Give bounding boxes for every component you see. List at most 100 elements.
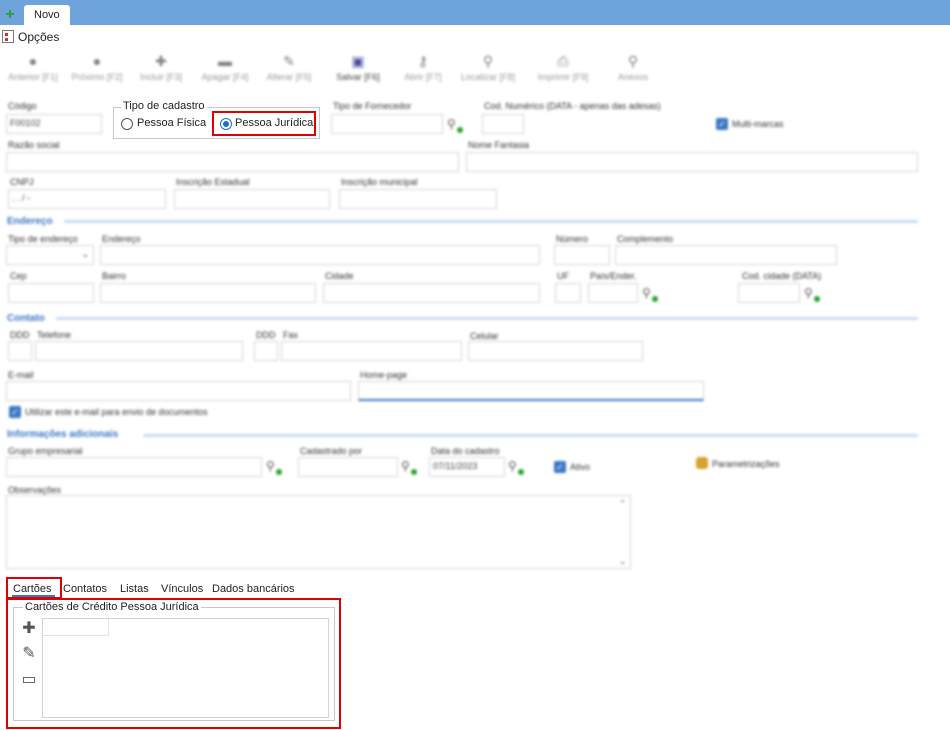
pessoa-fisica-radio[interactable]: [121, 118, 133, 130]
cnpj-input[interactable]: . . / -: [8, 189, 166, 209]
cod-cidade-input[interactable]: [738, 283, 800, 303]
tipo-fornecedor-label: Tipo de Fornecedor: [333, 101, 412, 111]
toolbar-button-label: Imprimir [F9]: [537, 72, 589, 82]
print-icon: ⎙: [557, 53, 569, 69]
circle-left-icon: ●: [28, 53, 38, 69]
tipo-cadastro-label: Tipo de cadastro: [121, 100, 207, 112]
add-tab-icon[interactable]: +: [3, 7, 17, 23]
toolbar-button-4[interactable]: ✎ Alterar [F5]: [256, 52, 322, 82]
cod-numerico-label: Cod. Numérico (DATA - apenas das adesas): [484, 101, 661, 111]
search-icon: ⚲: [482, 53, 494, 69]
toolbar-button-1[interactable]: ● Próximo [F2]: [64, 52, 130, 82]
toolbar-button-7[interactable]: ⚲ Localizar [F8]: [455, 52, 521, 82]
toolbar-button-9[interactable]: ⚲ Anexos: [600, 52, 666, 82]
ddd-input[interactable]: [8, 341, 32, 361]
fax-input[interactable]: [281, 341, 462, 361]
multi-marcas-checkbox[interactable]: ✓: [716, 118, 728, 130]
observacoes-label: Observações: [8, 485, 62, 495]
celular-input[interactable]: [468, 341, 643, 361]
scroll-down-icon[interactable]: ⌄: [619, 557, 626, 566]
toolbar-button-label: Salvar [F6]: [336, 72, 380, 82]
complemento-input[interactable]: [615, 245, 837, 265]
toolbar-button-0[interactable]: ● Anterior [F1]: [0, 52, 66, 82]
tipo-fornecedor-input[interactable]: [331, 114, 443, 134]
toolbar-button-label: Alterar [F5]: [266, 72, 312, 82]
tab-2[interactable]: Listas: [120, 583, 149, 595]
pessoa-fisica-label[interactable]: Pessoa Física: [137, 117, 206, 129]
pais-input[interactable]: [588, 283, 638, 303]
cidade-input[interactable]: [323, 283, 540, 303]
search-icon[interactable]: ⚲: [642, 286, 658, 302]
razao-social-label: Razão social: [8, 140, 60, 150]
chevron-down-icon: ⌄: [81, 249, 89, 259]
ativo-checkbox[interactable]: ✓: [554, 461, 566, 473]
ddd-label: DDD: [10, 330, 30, 340]
toolbar-button-3[interactable]: ▬ Apagar [F4]: [192, 52, 258, 82]
toolbar: ● Anterior [F1] ● Próximo [F2] ✚ Incluir [F3]…: [0, 52, 680, 92]
toolbar-button-label: Incluir [F3]: [139, 72, 182, 82]
observacoes-textarea[interactable]: ⌃ ⌄: [6, 495, 631, 569]
section-divider: [143, 434, 918, 437]
usar-email-label: Utilizar este e-mail para envio de docum…: [25, 407, 208, 417]
tipo-endereco-select[interactable]: ⌄: [6, 245, 94, 265]
tab-novo[interactable]: Novo: [24, 5, 70, 25]
tab-1[interactable]: Contatos: [63, 583, 107, 595]
data-cadastro-label: Data do cadastro: [431, 446, 500, 456]
numero-input[interactable]: [554, 245, 610, 265]
highlight-box: [212, 111, 316, 136]
toolbar-button-6[interactable]: ⚷ Abrir [F7]: [390, 52, 456, 82]
ativo-label: Ativo: [570, 462, 591, 472]
bairro-label: Bairro: [102, 271, 127, 281]
homepage-input[interactable]: [358, 381, 704, 401]
ddd-fax-input[interactable]: [254, 341, 278, 361]
toolbar-button-8[interactable]: ⎙ Imprimir [F9]: [530, 52, 596, 82]
minus-icon: ▬: [218, 53, 232, 69]
nome-fantasia-label: Nome Fantasia: [468, 140, 530, 150]
menu-opcoes[interactable]: Opções: [18, 30, 59, 44]
email-input[interactable]: [6, 381, 351, 401]
usar-email-checkbox[interactable]: ✓: [9, 406, 21, 418]
telefone-input[interactable]: [35, 341, 243, 361]
cadastrado-por-label: Cadastrado por: [300, 446, 363, 456]
toolbar-button-label: Abrir [F7]: [404, 72, 442, 82]
toolbar-button-label: Anexos: [617, 72, 649, 82]
calendar-icon[interactable]: ⚲: [508, 459, 524, 475]
inscricao-estadual-input[interactable]: [174, 189, 330, 209]
cnpj-label: CNPJ: [10, 177, 34, 187]
search-icon[interactable]: ⚲: [447, 117, 463, 133]
toolbar-button-2[interactable]: ✚ Incluir [F3]: [128, 52, 194, 82]
inscricao-municipal-input[interactable]: [339, 189, 497, 209]
settings-icon[interactable]: [696, 457, 708, 469]
toolbar-button-label: Anterior [F1]: [8, 72, 58, 82]
section-divider: [64, 220, 918, 223]
tab-3[interactable]: Vínculos: [161, 583, 203, 595]
scroll-up-icon[interactable]: ⌃: [619, 499, 626, 508]
toolbar-button-5[interactable]: ▣ Salvar [F6]: [325, 52, 391, 82]
codigo-input[interactable]: F00102: [6, 114, 102, 134]
grupo-empresarial-input[interactable]: [6, 457, 262, 477]
cep-input[interactable]: [8, 283, 94, 303]
search-icon[interactable]: ⚲: [266, 459, 282, 475]
pais-label: País/Ender.: [590, 271, 637, 281]
cod-numerico-input[interactable]: [482, 114, 524, 134]
uf-input[interactable]: [555, 283, 581, 303]
parametrizacoes-button[interactable]: Parametrizações: [712, 459, 780, 469]
key-icon: ⚷: [417, 53, 429, 69]
search-icon[interactable]: ⚲: [804, 286, 820, 302]
endereco-label: Endereço: [102, 234, 141, 244]
options-icon: [2, 30, 14, 43]
search-icon[interactable]: ⚲: [401, 459, 417, 475]
tab-4[interactable]: Dados bancários: [212, 583, 295, 595]
section-contato: Contato: [7, 313, 45, 324]
cadastrado-por-input[interactable]: [298, 457, 398, 477]
endereco-input[interactable]: [100, 245, 540, 265]
codigo-label: Código: [8, 101, 37, 111]
section-informacoes: Informações adicionais: [7, 429, 119, 440]
razao-social-input[interactable]: [6, 152, 459, 172]
data-cadastro-input[interactable]: 07/11/2023: [429, 457, 505, 477]
ddd-fax-label: DDD: [256, 330, 276, 340]
edit-icon: ✎: [283, 53, 295, 69]
nome-fantasia-input[interactable]: [466, 152, 918, 172]
complemento-label: Complemento: [617, 234, 674, 244]
bairro-input[interactable]: [100, 283, 316, 303]
